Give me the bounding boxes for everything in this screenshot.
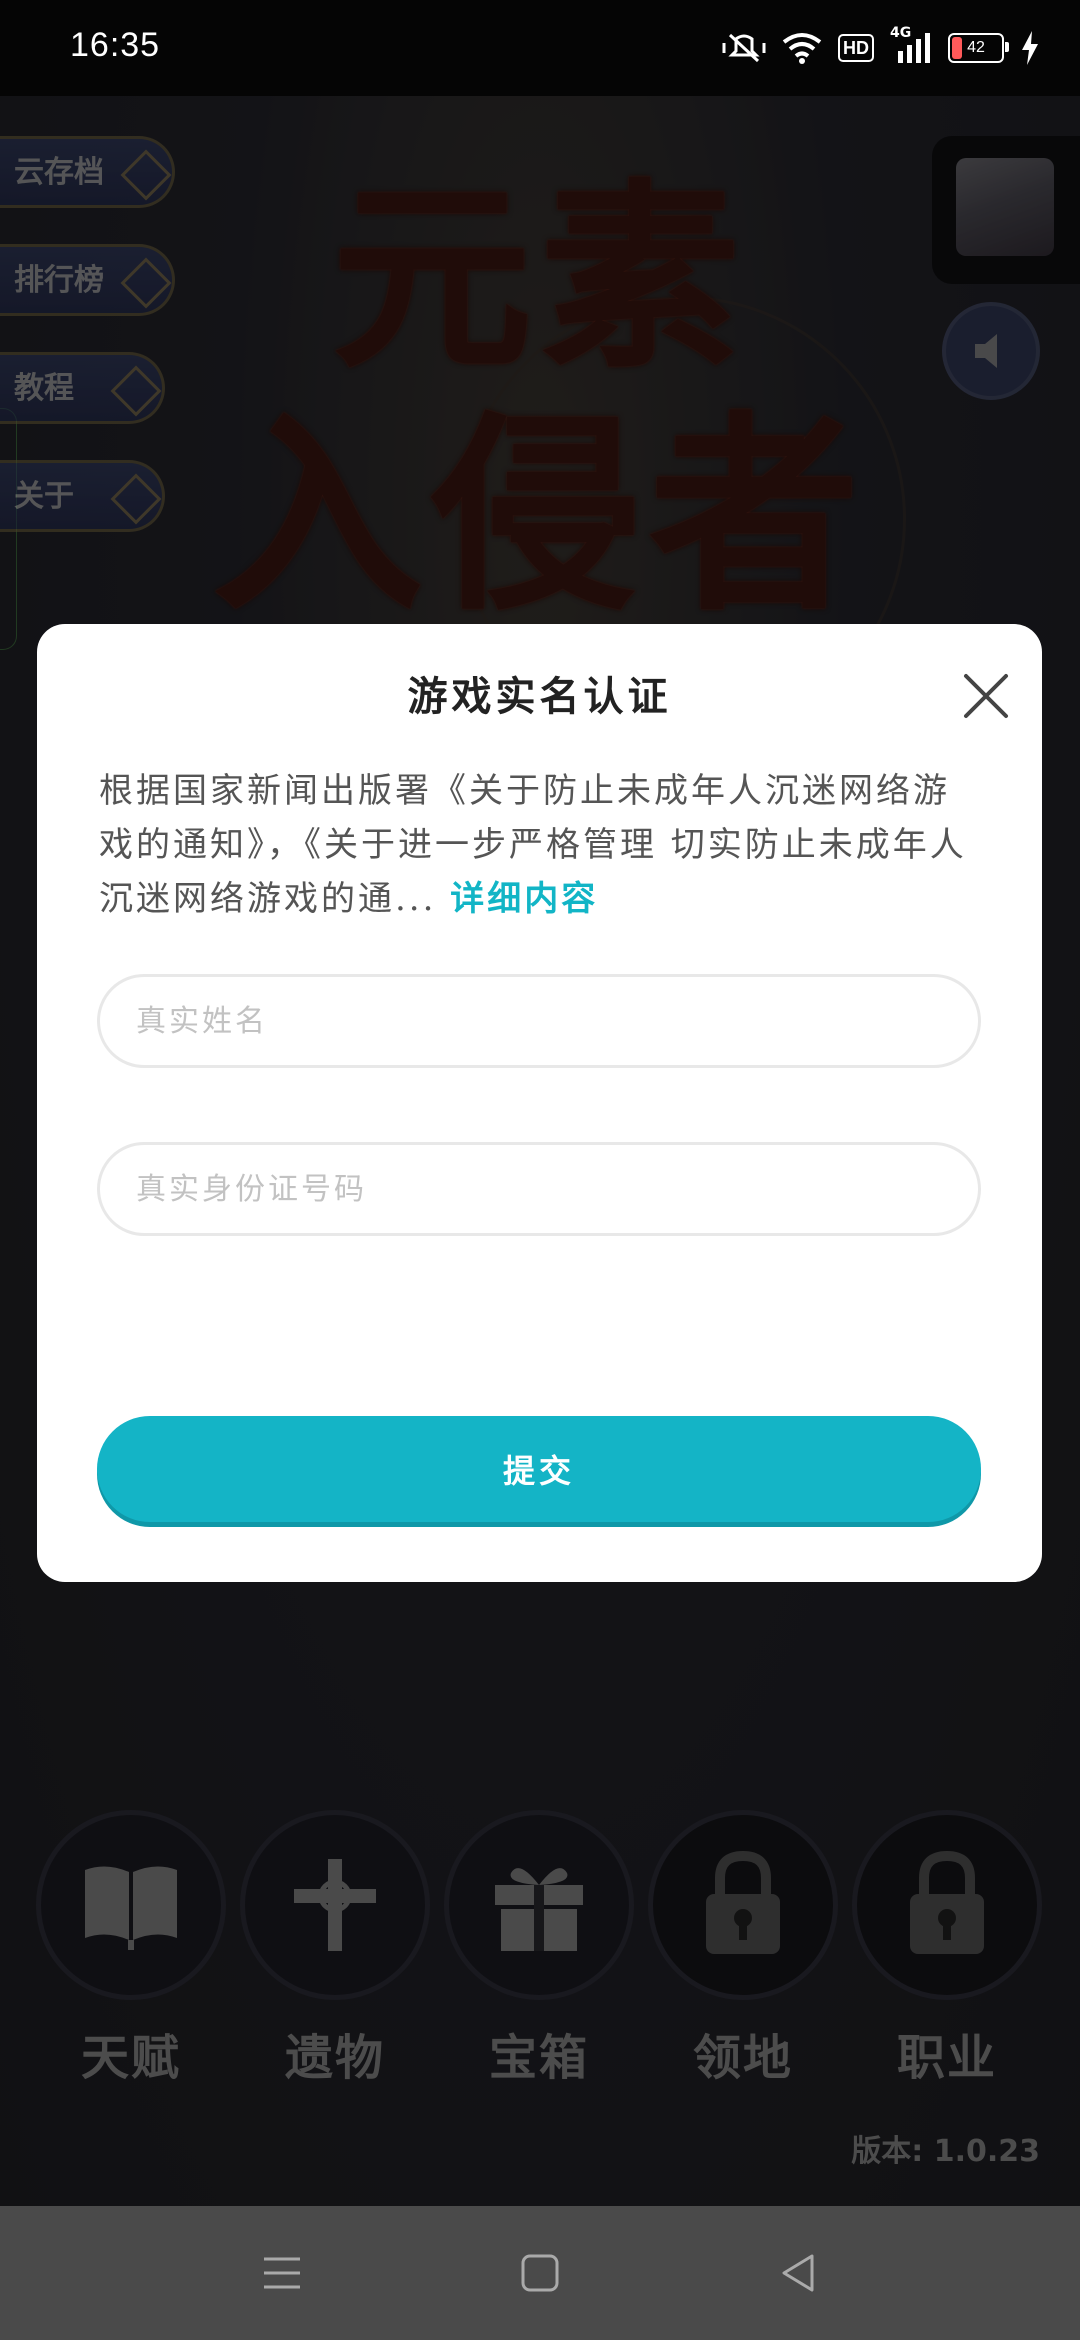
status-icons: HD 4G 42 <box>722 25 1040 68</box>
back-button[interactable] <box>768 2246 828 2300</box>
home-icon <box>521 2254 559 2292</box>
home-button[interactable] <box>510 2246 570 2300</box>
dialog-notice-text: 根据国家新闻出版署《关于防止未成年人沉迷网络游戏的通知》，《关于进一步严格管理 … <box>99 764 979 926</box>
menu-icon <box>264 2257 300 2289</box>
recent-apps-button[interactable] <box>252 2246 312 2300</box>
dialog-title: 游戏实名认证 <box>407 673 672 720</box>
real-name-input[interactable] <box>97 974 981 1068</box>
charging-icon <box>1020 31 1040 65</box>
status-bar: 16:35 HD 4G 42 <box>0 0 1080 96</box>
battery-level: 42 <box>967 39 985 56</box>
system-navigation-bar <box>0 2206 1080 2340</box>
wifi-icon <box>782 32 822 64</box>
signal-icon: 4G <box>890 25 932 65</box>
hd-icon: HD <box>838 34 874 62</box>
submit-button[interactable]: 提交 <box>97 1416 981 1522</box>
real-name-auth-dialog: 游戏实名认证 根据国家新闻出版署《关于防止未成年人沉迷网络游戏的通知》，《关于进… <box>37 624 1042 1582</box>
close-icon <box>964 674 1008 718</box>
back-icon <box>782 2254 814 2292</box>
id-number-input[interactable] <box>97 1142 981 1236</box>
network-type-label: 4G <box>890 25 912 41</box>
detail-link[interactable]: 详细内容 <box>450 879 598 919</box>
status-time: 16:35 <box>70 26 161 64</box>
mute-vibrate-icon <box>722 31 766 65</box>
close-button[interactable] <box>960 670 1012 722</box>
battery-icon: 42 <box>948 33 1009 63</box>
